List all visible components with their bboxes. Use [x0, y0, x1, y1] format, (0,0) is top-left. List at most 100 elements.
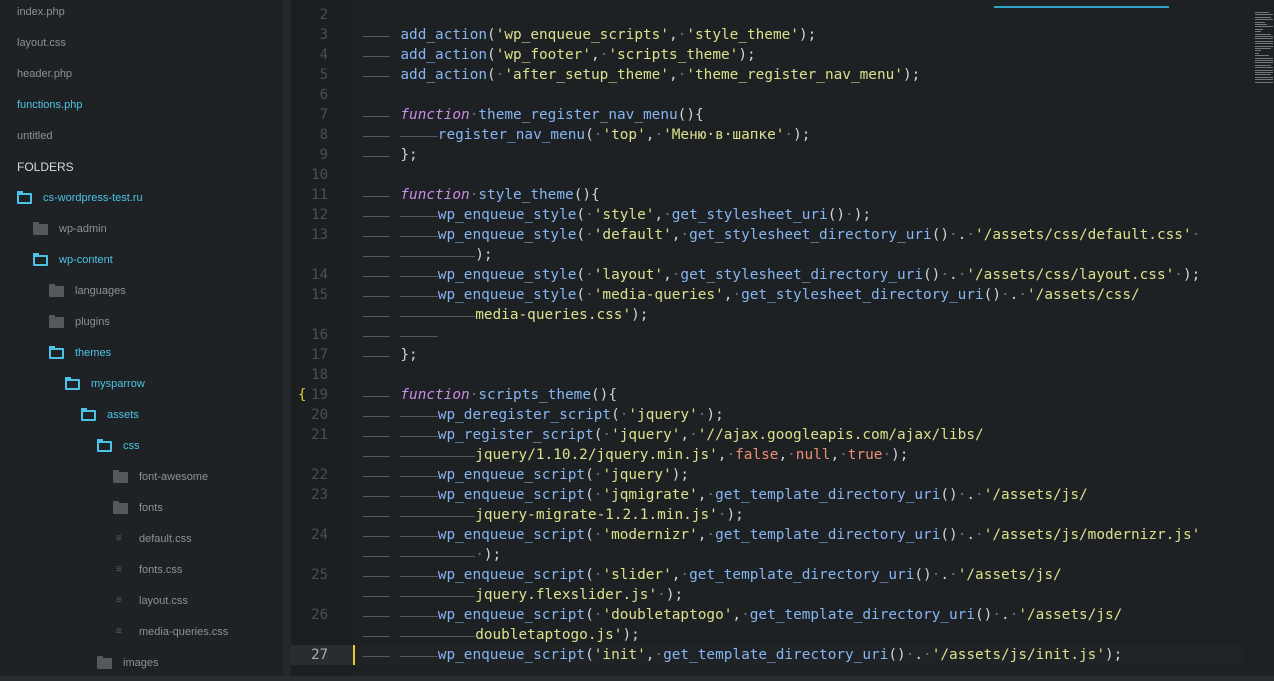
- code-line[interactable]: wp_enqueue_script(·'doubletaptogo',·get_…: [353, 605, 1245, 625]
- tree-folder-item[interactable]: images: [0, 648, 283, 679]
- code-line[interactable]: add_action('wp_footer',·'scripts_theme')…: [353, 45, 1245, 65]
- whitespace-dot: ·: [585, 267, 594, 283]
- tree-file-item[interactable]: ≡ media-queries.css: [0, 617, 283, 648]
- code-punctuation: (: [487, 27, 496, 43]
- code-line[interactable]: [353, 5, 1245, 25]
- code-line[interactable]: wp_enqueue_script(·'slider',·get_templat…: [353, 565, 1245, 585]
- code-punctuation: (){: [573, 187, 600, 203]
- code-line[interactable]: [353, 325, 1245, 345]
- code-line[interactable]: function·scripts_theme(){: [353, 385, 1245, 405]
- fold-marker[interactable]: {: [298, 385, 306, 405]
- code-line[interactable]: [353, 365, 1245, 385]
- indent-guide: [363, 296, 391, 297]
- sidebar: index.php layout.css header.php functions.p…: [0, 0, 283, 681]
- tree-file-item[interactable]: ≡ default.css: [0, 524, 283, 555]
- tree-folder-item[interactable]: fonts: [0, 493, 283, 524]
- tree-folder-item[interactable]: themes: [0, 338, 283, 369]
- minimap-line: [1255, 26, 1273, 28]
- code-string: 'jquery': [611, 427, 681, 443]
- minimap-line: [1255, 36, 1273, 37]
- open-file-item[interactable]: header.php: [0, 59, 283, 90]
- open-file-item[interactable]: layout.css: [0, 28, 283, 59]
- indent-guide: [400, 516, 438, 517]
- code-line[interactable]: wp_enqueue_style(·'style',·get_styleshee…: [353, 205, 1245, 225]
- indent-guide: [400, 536, 438, 537]
- code-line[interactable]: wp_enqueue_style(·'media-queries',·get_s…: [353, 285, 1245, 305]
- code-line[interactable]: jquery.flexslider.js'·);: [353, 585, 1245, 605]
- code-line[interactable]: wp_enqueue_style(·'default',·get_stylesh…: [353, 225, 1245, 245]
- tree-folder-item[interactable]: cs-wordpress-test.ru: [0, 183, 283, 214]
- tree-folder-item[interactable]: mysparrow: [0, 369, 283, 400]
- code-line[interactable]: ·);: [353, 545, 1245, 565]
- minimap[interactable]: [1245, 0, 1274, 681]
- open-file-item[interactable]: untitled: [0, 121, 283, 152]
- tree-file-item[interactable]: ≡ layout.css: [0, 586, 283, 617]
- minimap-line: [1255, 50, 1261, 52]
- code-line[interactable]: [353, 165, 1245, 185]
- indent-guide: [400, 256, 438, 257]
- line-number: 2: [319, 7, 328, 23]
- code-line[interactable]: jquery-migrate-1.2.1.min.js'·);: [353, 505, 1245, 525]
- indent-guide: [363, 256, 391, 257]
- folder-icon: [113, 470, 128, 483]
- file-icon: ≡: [116, 595, 122, 606]
- minimap-line: [1255, 21, 1265, 23]
- tree-folder-item[interactable]: assets: [0, 400, 283, 431]
- code-function-name: wp_deregister_script: [437, 407, 612, 423]
- code-line[interactable]: doubletaptogo.js');: [353, 625, 1245, 645]
- code-line[interactable]: wp_enqueue_style(·'layout',·get_styleshe…: [353, 265, 1245, 285]
- code-string: '/assets/css/default.css': [975, 227, 1192, 243]
- tree-folder-item[interactable]: css: [0, 431, 283, 462]
- tree-folder-item[interactable]: wp-admin: [0, 214, 283, 245]
- code-function-name: get_template_directory_uri: [749, 607, 976, 623]
- code-text: doubletaptogo.js');: [475, 625, 640, 645]
- code-function-name: scripts_theme: [478, 387, 592, 403]
- open-file-label: untitled: [17, 130, 53, 142]
- code-line[interactable]: function·theme_register_nav_menu(){: [353, 105, 1245, 125]
- tree-folder-item[interactable]: wp-content: [0, 245, 283, 276]
- code-line[interactable]: wp_enqueue_script(·'jqmigrate',·get_temp…: [353, 485, 1245, 505]
- code-punctuation: ,: [732, 607, 742, 623]
- minimap-line: [1255, 33, 1271, 35]
- code-line[interactable]: wp_enqueue_script('init',·get_template_d…: [353, 645, 1245, 665]
- tree-folder-item[interactable]: font-awesome: [0, 462, 283, 493]
- open-file-item[interactable]: functions.php: [0, 90, 283, 121]
- whitespace-dot: ·: [784, 127, 794, 143]
- whitespace-dot: ·: [585, 227, 594, 243]
- indent-guide: [363, 336, 391, 337]
- code-line[interactable]: wp_enqueue_script(·'modernizr',·get_temp…: [353, 525, 1245, 545]
- code-line[interactable]: add_action('wp_enqueue_scripts',·'style_…: [353, 25, 1245, 45]
- indent-guide: [363, 116, 391, 117]
- tree-folder-item[interactable]: plugins: [0, 307, 283, 338]
- code-line[interactable]: wp_enqueue_script(·'jquery');: [353, 465, 1245, 485]
- code-line[interactable]: function·style_theme(){: [353, 185, 1245, 205]
- code-text: wp_enqueue_script(·'modernizr',·get_temp…: [438, 525, 1201, 545]
- code-line[interactable]: wp_register_script(·'jquery',·'//ajax.go…: [353, 425, 1245, 445]
- tree-folder-item[interactable]: languages: [0, 276, 283, 307]
- code-line[interactable]: register_nav_menu(·'top',·'Меню·в·шапке'…: [353, 125, 1245, 145]
- open-file-item[interactable]: index.php: [0, 0, 283, 28]
- indent-guide: [363, 276, 391, 277]
- code-function-name: theme_register_nav_menu: [478, 107, 678, 123]
- minimap-line: [1255, 16, 1271, 18]
- code-editor[interactable]: add_action('wp_enqueue_scripts',·'style_…: [353, 0, 1245, 681]
- minimap-line: [1255, 67, 1273, 69]
- code-punctuation: (: [487, 67, 496, 83]
- code-line[interactable]: add_action(·'after_setup_theme',·'theme_…: [353, 65, 1245, 85]
- tree-file-item[interactable]: ≡ fonts.css: [0, 555, 283, 586]
- code-line[interactable]: jquery/1.10.2/jquery.min.js',·false,·nul…: [353, 445, 1245, 465]
- line-number: 10: [311, 167, 328, 183]
- sidebar-splitter[interactable]: [283, 0, 291, 681]
- code-punctuation: );: [891, 447, 909, 463]
- line-number: 16: [311, 327, 328, 343]
- code-string: jquery-migrate-1.2.1.min.js': [475, 507, 718, 523]
- indent-guide: [437, 256, 476, 257]
- code-string: 'style_theme': [686, 27, 799, 43]
- code-line[interactable]: );: [353, 245, 1245, 265]
- code-line[interactable]: [353, 85, 1245, 105]
- code-line[interactable]: media-queries.css');: [353, 305, 1245, 325]
- code-punctuation: ,: [830, 447, 840, 463]
- code-line[interactable]: };: [353, 345, 1245, 365]
- code-line[interactable]: };: [353, 145, 1245, 165]
- code-line[interactable]: wp_deregister_script(·'jquery'·);: [353, 405, 1245, 425]
